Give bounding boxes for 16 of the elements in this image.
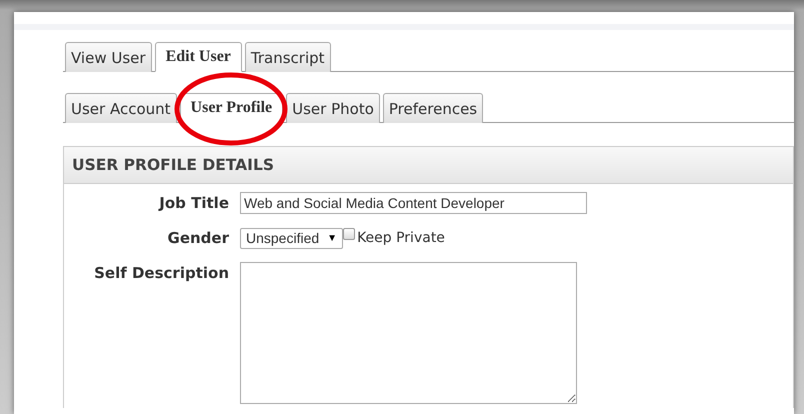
field-label: Self Description xyxy=(93,263,229,284)
text-area[interactable] xyxy=(240,262,577,404)
checkbox[interactable] xyxy=(343,228,356,240)
tab[interactable]: User Photo xyxy=(286,93,380,123)
tab[interactable]: User Profile xyxy=(180,93,284,123)
dropdown[interactable]: Unspecified ▼ xyxy=(240,228,344,248)
tab[interactable]: View User xyxy=(65,42,152,72)
checkbox-label: Keep Private xyxy=(357,230,445,246)
text-field[interactable]: Web and Social Media Content Developer xyxy=(240,192,587,214)
tab[interactable]: Transcript xyxy=(244,42,331,72)
section-title: USER PROFILE DETAILS xyxy=(64,147,793,184)
field-label: Job Title xyxy=(157,193,229,214)
tab[interactable]: User Account xyxy=(65,93,177,123)
tab[interactable]: Preferences xyxy=(382,93,484,123)
tab[interactable]: Edit User xyxy=(154,42,242,72)
field-label: Gender xyxy=(166,228,229,249)
